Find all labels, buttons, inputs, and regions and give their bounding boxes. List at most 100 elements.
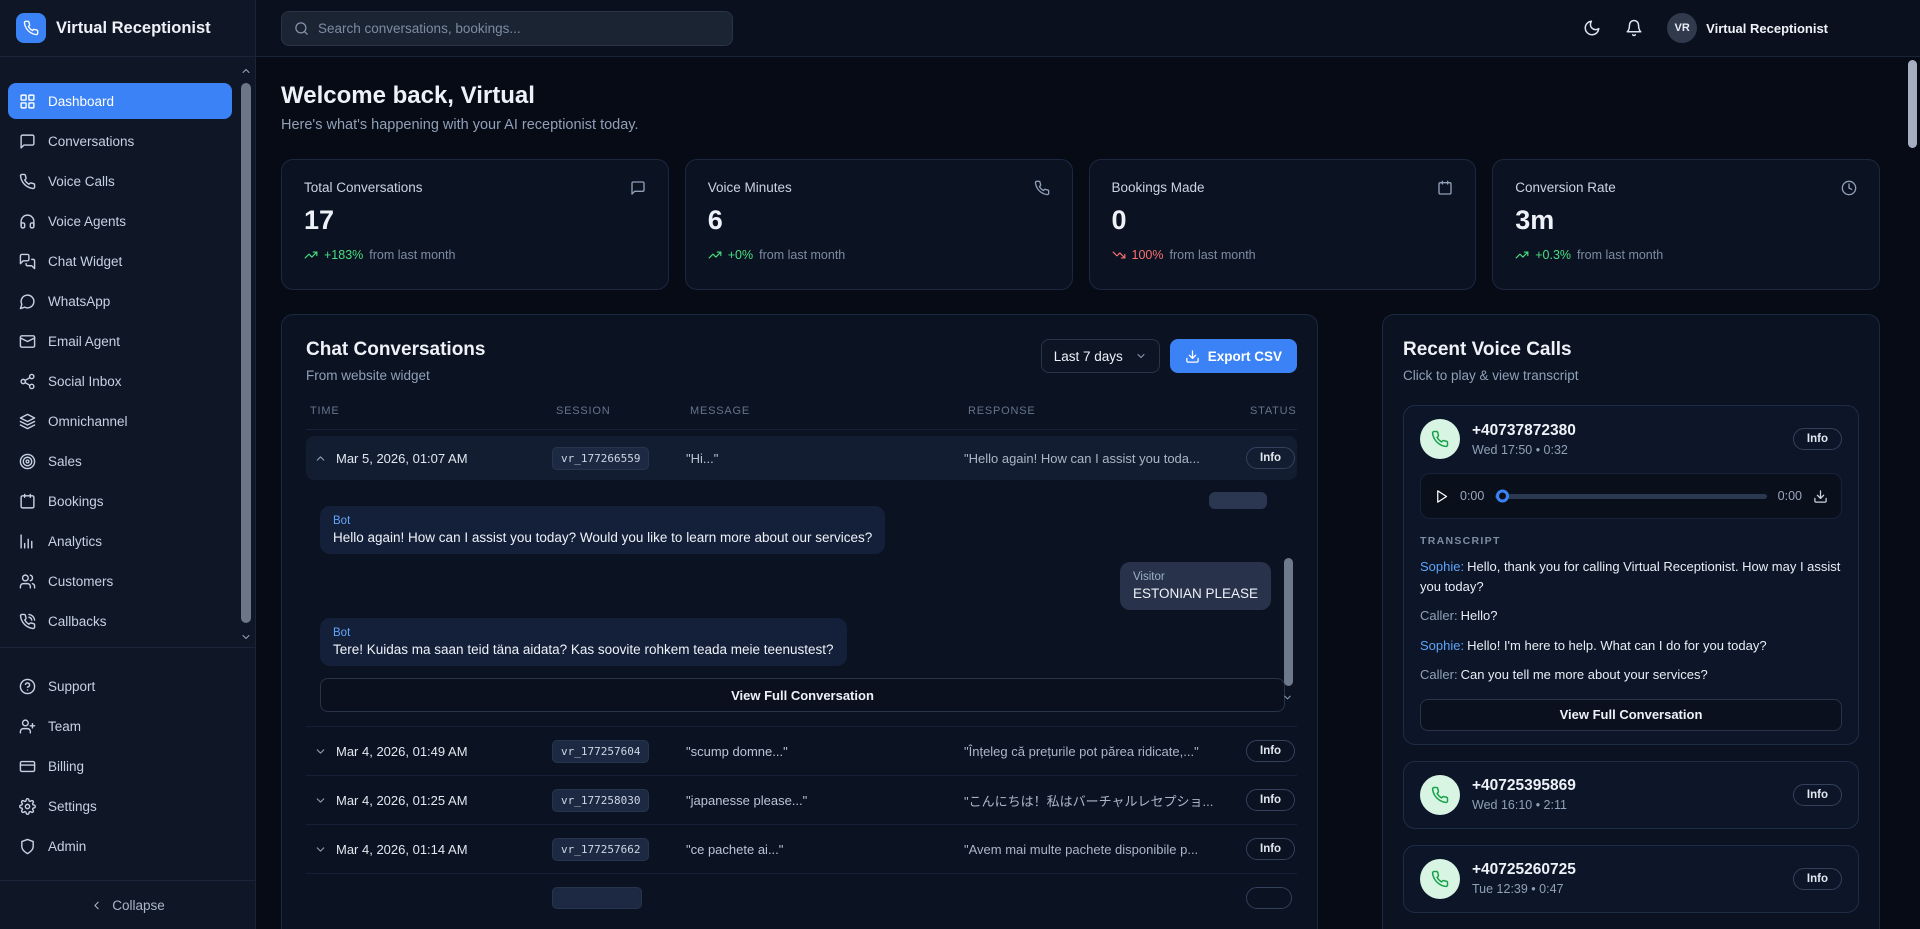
user-menu[interactable]: VR Virtual Receptionist (1667, 13, 1828, 43)
sidebar-item-conversations[interactable]: Conversations (8, 123, 232, 159)
session-badge: vr_177266559 (552, 447, 649, 470)
clipped-message-bubble (1209, 492, 1267, 509)
mail-icon (19, 333, 36, 350)
current-time: 0:00 (1460, 489, 1484, 503)
calendar-icon (1437, 180, 1453, 196)
view-full-conversation-button[interactable]: View Full Conversation (1420, 699, 1842, 731)
info-button[interactable]: Info (1793, 428, 1842, 450)
collapse-sidebar-button[interactable]: Collapse (0, 880, 255, 929)
chevron-down-icon[interactable] (314, 745, 327, 758)
total-time: 0:00 (1778, 489, 1802, 503)
sidebar-item-label: Admin (48, 839, 86, 854)
sender-label: Bot (333, 627, 834, 639)
info-button[interactable]: Info (1246, 740, 1295, 762)
target-icon (19, 453, 36, 470)
voice-call-card[interactable]: +40725395869 Wed 16:10 • 2:11 Info (1403, 761, 1859, 829)
column-response: RESPONSE (968, 405, 1250, 417)
voice-call-card[interactable]: +40725260725 Tue 12:39 • 0:47 Info (1403, 845, 1859, 913)
table-row[interactable]: Mar 4, 2026, 01:25 AM vr_177258030 "japa… (306, 776, 1297, 825)
sidebar-item-label: Sales (48, 454, 82, 469)
export-csv-button[interactable]: Export CSV (1170, 339, 1297, 373)
scroll-down-icon[interactable] (240, 631, 252, 643)
sender-label: Visitor (1133, 571, 1258, 583)
search-icon (294, 21, 309, 36)
gear-icon (19, 798, 36, 815)
chevron-down-icon[interactable] (314, 794, 327, 807)
table-row[interactable]: Mar 4, 2026, 01:14 AM vr_177257662 "ce p… (306, 825, 1297, 874)
sidebar-item-chat-widget[interactable]: Chat Widget (8, 243, 232, 279)
user-name: Virtual Receptionist (1706, 21, 1828, 36)
info-button[interactable]: Info (1246, 447, 1295, 469)
call-meta: Wed 17:50 • 0:32 (1472, 443, 1576, 457)
credit-card-icon (19, 758, 36, 775)
sidebar-item-admin[interactable]: Admin (8, 828, 232, 864)
sidebar-item-analytics[interactable]: Analytics (8, 523, 232, 559)
stat-label: Total Conversations (304, 180, 423, 195)
stat-value: 0 (1112, 205, 1454, 236)
session-badge: vr_177258030 (552, 789, 649, 812)
sidebar-item-label: Dashboard (48, 94, 114, 109)
sidebar-item-label: Support (48, 679, 95, 694)
message-circle-icon (19, 293, 36, 310)
sidebar-item-settings[interactable]: Settings (8, 788, 232, 824)
table-row[interactable]: Mar 4, 2026, 01:49 AM vr_177257604 "scum… (306, 727, 1297, 776)
info-button[interactable]: Info (1793, 868, 1842, 890)
phone-icon (1420, 419, 1460, 459)
seek-slider[interactable] (1495, 494, 1766, 499)
scroll-up-icon[interactable] (240, 65, 252, 77)
stat-label: Bookings Made (1112, 180, 1205, 195)
help-circle-icon (19, 678, 36, 695)
messages-scrollbar-thumb[interactable] (1284, 558, 1293, 686)
stat-delta-suffix: from last month (369, 248, 455, 262)
sidebar-item-dashboard[interactable]: Dashboard (8, 83, 232, 119)
chevron-down-icon[interactable] (314, 843, 327, 856)
phone-logo-icon (16, 13, 46, 43)
notifications-button[interactable] (1625, 19, 1643, 37)
date-range-select[interactable]: Last 7 days (1041, 339, 1160, 373)
global-search[interactable] (281, 11, 733, 46)
sidebar-scrollbar-thumb[interactable] (241, 83, 251, 623)
dark-mode-toggle[interactable] (1583, 19, 1601, 37)
sidebar-item-callbacks[interactable]: Callbacks (8, 603, 232, 639)
info-button[interactable] (1246, 887, 1292, 909)
sidebar-item-customers[interactable]: Customers (8, 563, 232, 599)
play-button[interactable] (1434, 489, 1449, 504)
chevron-up-icon[interactable] (314, 452, 327, 465)
date-range-value: Last 7 days (1054, 349, 1123, 364)
slider-handle[interactable] (1496, 490, 1509, 503)
chevron-down-icon[interactable] (1282, 692, 1293, 703)
sidebar-item-voice-calls[interactable]: Voice Calls (8, 163, 232, 199)
sidebar-item-sales[interactable]: Sales (8, 443, 232, 479)
sidebar-item-billing[interactable]: Billing (8, 748, 232, 784)
collapse-label: Collapse (112, 898, 165, 913)
sidebar-item-support[interactable]: Support (8, 668, 232, 704)
info-button[interactable]: Info (1246, 789, 1295, 811)
users-icon (19, 573, 36, 590)
sidebar-item-voice-agents[interactable]: Voice Agents (8, 203, 232, 239)
sidebar-item-label: Email Agent (48, 334, 120, 349)
info-button[interactable]: Info (1246, 838, 1295, 860)
voice-call-card[interactable]: +40737872380 Wed 17:50 • 0:32 Info 0:00 … (1403, 405, 1859, 745)
headphones-icon (19, 213, 36, 230)
view-full-conversation-button[interactable]: View Full Conversation (320, 678, 1285, 712)
sidebar-item-whatsapp[interactable]: WhatsApp (8, 283, 232, 319)
transcript-line: Sophie:Hello! I'm here to help. What can… (1420, 636, 1842, 656)
transcript-line: Caller:Hello? (1420, 606, 1842, 626)
row-response: "Înțeleg că prețurile pot părea ridicate… (964, 744, 1246, 759)
row-message: "scump domne..." (686, 744, 964, 759)
sidebar-item-omnichannel[interactable]: Omnichannel (8, 403, 232, 439)
sidebar-item-social-inbox[interactable]: Social Inbox (8, 363, 232, 399)
message-text: Tere! Kuidas ma saan teid täna aidata? K… (333, 642, 834, 657)
stat-delta-suffix: from last month (759, 248, 845, 262)
table-row-partial[interactable] (306, 874, 1297, 929)
expanded-conversation: Bot Hello again! How can I assist you to… (306, 480, 1297, 727)
avatar: VR (1667, 13, 1697, 43)
download-recording-button[interactable] (1813, 489, 1828, 504)
sidebar-item-bookings[interactable]: Bookings (8, 483, 232, 519)
table-row[interactable]: Mar 5, 2026, 01:07 AM vr_177266559 "Hi..… (306, 436, 1297, 480)
info-button[interactable]: Info (1793, 784, 1842, 806)
sidebar-item-team[interactable]: Team (8, 708, 232, 744)
page-scrollbar-thumb[interactable] (1908, 60, 1917, 148)
search-input[interactable] (318, 21, 720, 36)
sidebar-item-email-agent[interactable]: Email Agent (8, 323, 232, 359)
